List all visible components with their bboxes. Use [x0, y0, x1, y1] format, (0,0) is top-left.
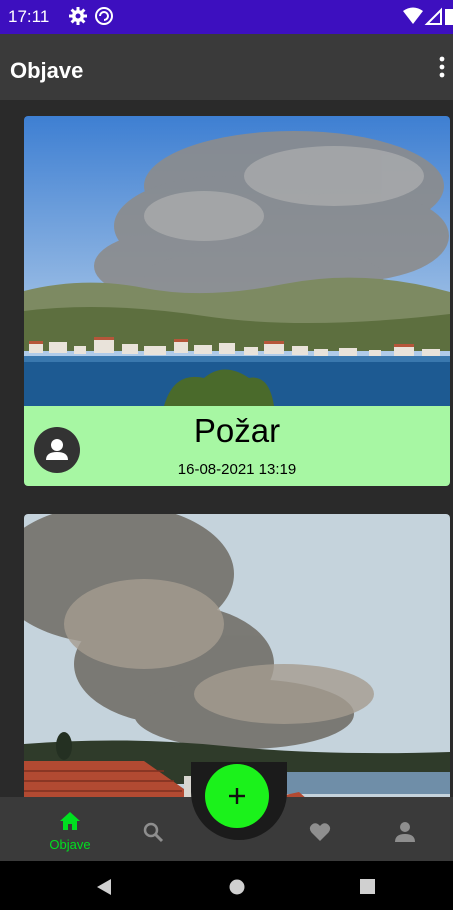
plus-icon [229, 788, 245, 804]
wifi-icon [403, 7, 423, 24]
page-title: Objave [10, 58, 84, 83]
back-icon[interactable] [96, 878, 112, 896]
status-time: 17:11 [8, 7, 50, 26]
post-image [24, 514, 450, 797]
post-footer[interactable]: Požar 16-08-2021 13:19 [24, 406, 450, 486]
status-bar: 17:11 [0, 0, 453, 34]
heart-icon [309, 823, 331, 841]
battery-icon [445, 9, 453, 25]
gear-icon [69, 7, 87, 25]
home-circle-icon[interactable] [229, 879, 245, 895]
search-icon [143, 822, 164, 843]
post-card[interactable] [24, 514, 450, 797]
nav-item-profile[interactable] [387, 797, 423, 861]
person-icon [395, 822, 415, 842]
recents-icon[interactable] [360, 879, 375, 894]
nav-item-objave[interactable]: Objave [40, 797, 100, 861]
nav-label-objave: Objave [49, 837, 91, 852]
post-title: Požar [193, 412, 281, 449]
more-vert-icon[interactable] [439, 56, 445, 78]
post-image [24, 116, 450, 406]
system-nav [0, 861, 453, 910]
post-card[interactable]: Požar 16-08-2021 13:19 [24, 116, 450, 486]
home-icon [60, 812, 80, 830]
wifi-signal-battery-icons [403, 7, 453, 25]
post-date: 16-08-2021 13:19 [177, 461, 297, 478]
add-post-button[interactable] [205, 764, 269, 828]
app-bar: Objave [0, 34, 453, 100]
post-feed[interactable]: Požar 16-08-2021 13:19 [0, 100, 453, 797]
nav-item-favorites[interactable] [303, 797, 339, 861]
sync-icon [95, 7, 113, 25]
nav-item-search[interactable] [136, 797, 172, 861]
signal-icon [424, 7, 442, 25]
